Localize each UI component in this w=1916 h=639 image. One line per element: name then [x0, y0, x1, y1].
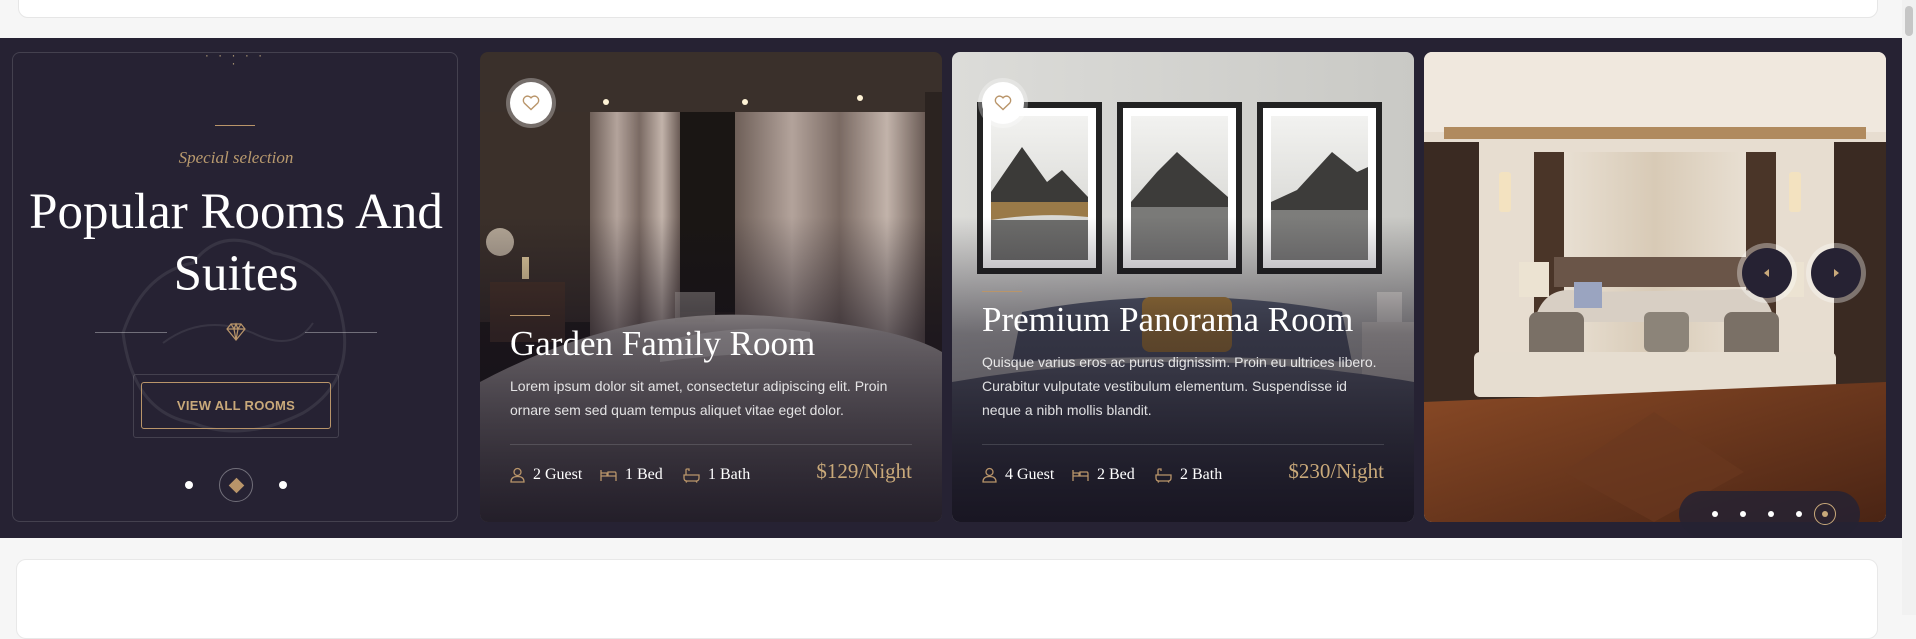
bath-count: 1 Bath: [708, 466, 751, 483]
favorite-button[interactable]: [982, 82, 1024, 124]
scrollbar-thumb[interactable]: [1905, 6, 1913, 36]
card-overlay: [952, 52, 1414, 522]
section-kicker: Special selection: [178, 148, 294, 167]
top-strip: [0, 0, 1916, 38]
diamond-icon: [226, 322, 246, 341]
guest-icon: [510, 467, 525, 483]
bed-feature: 1 Bed: [600, 466, 663, 484]
bed-icon: [600, 470, 617, 481]
bath-feature: 2 Bath: [1155, 466, 1222, 484]
guest-icon: [982, 467, 997, 483]
card-divider: [510, 444, 912, 445]
room-price: $129/Night: [816, 459, 912, 483]
divider-left: [95, 332, 167, 333]
slider-pagination: [1679, 491, 1860, 537]
kicker-rule: [215, 125, 255, 126]
intro-dots-ornament: · · · · · ·: [199, 53, 271, 69]
room-description: Lorem ipsum dolor sit amet, consectetur …: [510, 378, 888, 418]
card-overlay: [480, 52, 942, 522]
active-dot-marker: [1822, 511, 1828, 517]
bed-icon: [1072, 470, 1089, 481]
intro-pagination: [13, 468, 457, 502]
prev-arrow-icon: [1764, 269, 1769, 277]
heart-icon: [522, 95, 540, 111]
heart-icon: [994, 95, 1012, 111]
bath-feature: 1 Bath: [683, 466, 750, 484]
page-scrollbar[interactable]: [1902, 0, 1916, 615]
title-rule: [982, 291, 1022, 292]
popular-rooms-section: · · · · · · Special selection Popular Ro…: [0, 38, 1902, 538]
bath-icon: [1155, 467, 1172, 483]
room-card[interactable]: Garden Family Room Lorem ipsum dolor sit…: [480, 52, 942, 522]
bath-icon: [683, 467, 700, 483]
room-card[interactable]: Premium Panorama Room Quisque varius ero…: [952, 52, 1414, 522]
favorite-button[interactable]: [510, 82, 552, 124]
diamond-marker: [228, 477, 245, 494]
room-description: Quisque varius eros ac purus dignissim. …: [982, 354, 1377, 418]
header-card: [18, 0, 1878, 18]
card-divider: [982, 444, 1384, 445]
bed-count: 1 Bed: [625, 466, 663, 483]
room-price: $230/Night: [1288, 459, 1384, 483]
guest-count: 2 Guest: [533, 466, 583, 483]
bed-count: 2 Bed: [1097, 466, 1135, 483]
pagination-dot-active[interactable]: [219, 468, 253, 502]
pagination-dot[interactable]: [185, 481, 193, 489]
guest-feature: 4 Guest: [982, 466, 1054, 484]
view-all-rooms-button[interactable]: VIEW ALL ROOMS: [141, 382, 331, 429]
next-section-card: [16, 559, 1878, 639]
room-title[interactable]: Premium Panorama Room: [982, 300, 1353, 340]
prev-slide-button[interactable]: [1742, 248, 1792, 298]
guest-count: 4 Guest: [1005, 466, 1055, 483]
section-title: Popular Rooms And Suites: [29, 184, 443, 302]
next-arrow-icon: [1834, 269, 1839, 277]
slider-dot[interactable]: [1712, 511, 1718, 517]
divider-right: [305, 332, 377, 333]
slider-dot[interactable]: [1768, 511, 1774, 517]
guest-feature: 2 Guest: [510, 466, 582, 484]
slider-dot[interactable]: [1740, 511, 1746, 517]
pagination-dot[interactable]: [279, 481, 287, 489]
intro-panel: · · · · · · Special selection Popular Ro…: [12, 52, 458, 522]
bed-feature: 2 Bed: [1072, 466, 1135, 484]
slider-dot-active[interactable]: [1814, 503, 1836, 525]
slider-dot[interactable]: [1796, 511, 1802, 517]
room-title[interactable]: Garden Family Room: [510, 324, 815, 364]
next-slide-button[interactable]: [1811, 248, 1861, 298]
title-rule: [510, 315, 550, 316]
bath-count: 2 Bath: [1180, 466, 1223, 483]
